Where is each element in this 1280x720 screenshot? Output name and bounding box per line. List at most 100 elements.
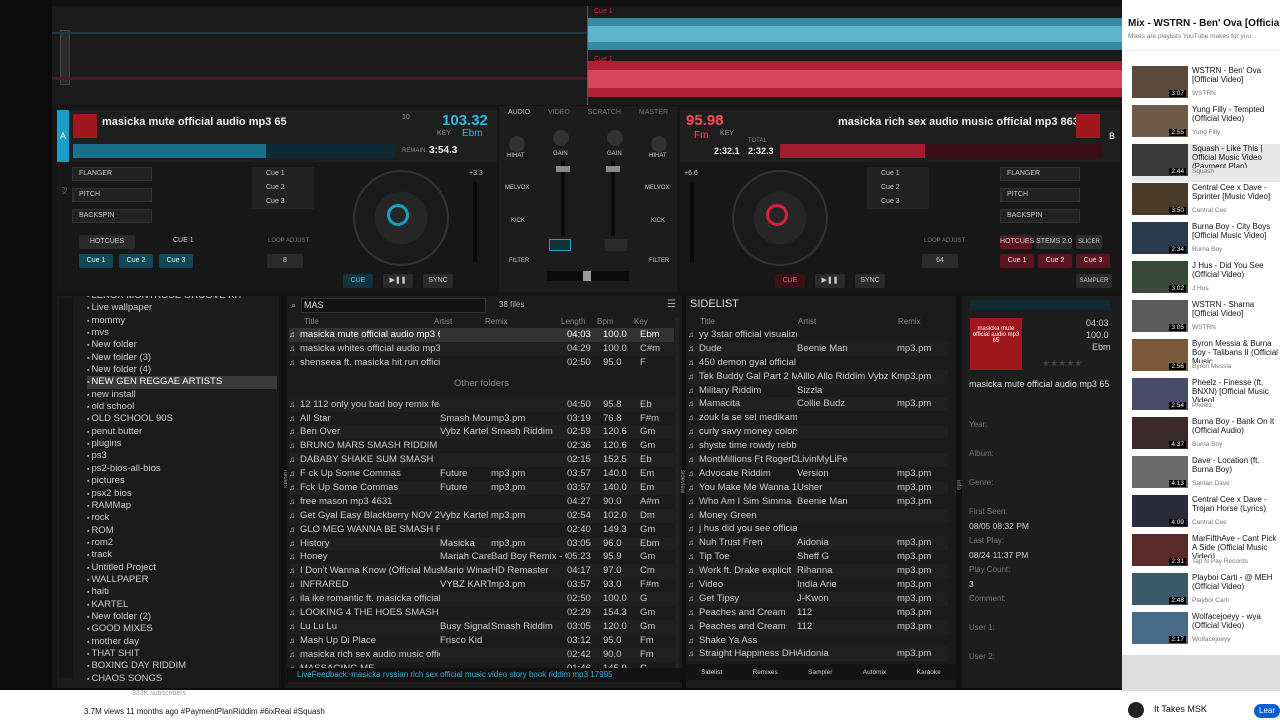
folder-item[interactable]: ▪ Untitled Project [87, 562, 277, 574]
side-col-remix[interactable]: Remix [898, 317, 921, 326]
folder-item[interactable]: ▪ haiti [87, 586, 277, 598]
pad-a-2[interactable]: Cue 2 [119, 254, 153, 268]
track-row[interactable]: ♫ Lu Lu Lu Busy SignalSmash Riddim 03:05 120… [289, 619, 674, 634]
mixer-tab-audio[interactable]: AUDIO [508, 109, 530, 116]
folder-item[interactable]: ▪ rock [87, 512, 277, 524]
track-row[interactable]: ♫ Mash Up Di Place Frisco Kid 03:12 95.0 Fm [289, 634, 674, 648]
folder-item[interactable]: ▪ THAT SHIT [87, 648, 277, 660]
mixer-tab-video[interactable]: VIDEO [548, 109, 570, 116]
track-row[interactable]: ♫ GLO MEG WANNA BE SMASH RIDDIM 02:40 149.3… [289, 523, 674, 537]
pad-a-1[interactable]: Cue 1 [79, 254, 113, 268]
related-video[interactable]: 2:54 Pheelz - Finesse (ft. BNXN) [Officia… [1132, 378, 1280, 416]
folder-item[interactable]: ▪ New folder (4) [87, 364, 277, 376]
loop-length-b[interactable]: 64 [922, 254, 958, 268]
track-row[interactable]: ♫ All Star Smash Mouthmp3.pm 03:19 76.8 F#m [289, 412, 674, 426]
fx-a-pitch[interactable]: PITCH [72, 188, 152, 202]
gain-knob-b[interactable] [607, 130, 623, 146]
mixer-tab-master[interactable]: MASTER [639, 109, 668, 116]
track-row[interactable]: ♫ BRUNO MARS SMASH RIDDIM 02:36 120.6 Gm [289, 439, 674, 453]
deck-a-key[interactable]: Ebm [462, 128, 483, 139]
sidelist-row[interactable]: ♫ j hus did you see official video... [688, 522, 948, 536]
related-video[interactable]: 3:02 J Hus - Did You See (Official Video)… [1132, 261, 1280, 299]
hihat-knob-b[interactable] [651, 136, 667, 152]
sync-button-a[interactable]: SYNC [423, 274, 453, 288]
folder-item[interactable]: ▪ RAMMap [87, 500, 277, 512]
cue-button-b[interactable]: CUE [775, 274, 805, 288]
headphone-a-button[interactable] [549, 239, 571, 251]
folder-item[interactable]: ▪ new install [87, 389, 277, 401]
folder-item[interactable]: ▪ New folder [87, 339, 277, 351]
video-thumbnail[interactable]: 2:48 [1132, 573, 1188, 605]
track-row[interactable]: ♫ Fck Up Some Commas Future mp3.pm 03:57 140.… [289, 481, 674, 495]
video-thumbnail[interactable]: 2:44 [1132, 144, 1188, 176]
sidelist-row[interactable]: ♫ Military Riddim Sizzla [688, 384, 948, 398]
pad-tab-hotcues[interactable]: HOTCUES [1000, 235, 1034, 249]
pitch-fader-a[interactable] [473, 182, 477, 262]
pitch-fader-b[interactable] [690, 182, 694, 262]
folder-item[interactable]: ▪ OLD SCHOOL 90S [87, 413, 277, 425]
video-thumbnail[interactable]: 2:54 [1132, 378, 1188, 410]
related-video[interactable]: 3:50 Central Cee x Dave - Sprinter [Music… [1132, 183, 1280, 221]
mix-title[interactable]: Mix - WSTRN - Ben' Ova [Official [1128, 18, 1280, 29]
sidelist-row[interactable]: ♫ Shake Ya Ass [688, 634, 948, 648]
track-row[interactable]: ♫ 12 112 only you bad boy remix feat the … [289, 397, 674, 412]
track-row[interactable]: ♫ masicka rich sex audio music official m… [289, 647, 674, 662]
sidelist-row[interactable]: ♫ Work ft. Drake explicit Rihanna mp3.pm [688, 564, 948, 579]
hotcue-b-3[interactable]: Cue 3 [867, 195, 929, 209]
folder-item[interactable]: ▪ track [87, 549, 277, 561]
learn-more-button[interactable]: Lear [1254, 704, 1280, 718]
related-video[interactable]: 2:56 Byron Messia & Burna Boy - Talibans … [1132, 339, 1280, 377]
video-title[interactable]: Burna Boy - City Boys [Official Music Vi… [1192, 222, 1280, 246]
fx-b-flanger[interactable]: FLANGER [1000, 167, 1080, 181]
info-side-tab[interactable]: info [955, 480, 961, 490]
video-thumbnail[interactable]: 4:09 [1132, 495, 1188, 527]
list-options-icon[interactable]: ☰ [667, 299, 676, 310]
track-row[interactable]: ♫ Honey Mariah CareyBad Boy Remix - Offici… [289, 550, 674, 564]
info-rating-stars[interactable]: ★★★★★ [1042, 358, 1082, 369]
video-thumbnail[interactable]: 4:13 [1132, 456, 1188, 488]
tab-automix[interactable]: Automix [863, 669, 886, 676]
related-video[interactable]: 3:05 WSTRN - Sharna [Official Video] WSTRN [1132, 300, 1280, 338]
track-row[interactable]: ♫ I Don't Wanna Know (Official Music Vide… [289, 564, 674, 579]
hihat-knob-a[interactable] [509, 136, 525, 152]
sidelist-row[interactable]: ♫ Video India Arie mp3.pm [688, 578, 948, 592]
sidelist-row[interactable]: ♫ zouk la se sel medikaman nou... [688, 411, 948, 425]
folder-item[interactable]: ▪ pictures [87, 475, 277, 487]
pad-b-1[interactable]: Cue 1 [1000, 254, 1034, 268]
track-row[interactable]: ♫ Get Gyal Easy Blackberry NOV 2010 Mast.… [289, 508, 674, 523]
hotcue-a-3[interactable]: Cue 3 [252, 195, 314, 209]
track-row[interactable]: ♫ F ck Up Some Commas Future mp3.pm 03:57 140… [289, 467, 674, 481]
sidelist-row[interactable]: ♫ You Make Me Wanna 1997Usher mp3.pm [688, 480, 948, 495]
col-artist[interactable]: Artist [434, 317, 452, 326]
sidelist-row[interactable]: ♫ Tip Toe Sheff G mp3.pm [688, 550, 948, 564]
pad-b-2[interactable]: Cue 2 [1038, 254, 1072, 268]
related-video[interactable]: 4:13 Dave - Location (ft. Burna Boy) Santa… [1132, 456, 1280, 494]
hotcue-a-1[interactable]: Cue 1 [252, 167, 314, 181]
track-row[interactable]: ♫ free mason mp3 4631 04:27 90.0 A#m [289, 495, 674, 509]
folder-item[interactable]: ▪ New folder (2) [87, 611, 277, 623]
play-button-b[interactable]: ▶❚❚ [815, 274, 845, 288]
folder-item[interactable]: ▪ mommy [87, 315, 277, 327]
play-button-a[interactable]: ▶❚❚ [383, 274, 413, 288]
video-title[interactable]: J Hus - Did You See (Official Video) [1192, 261, 1280, 285]
volume-fader-b[interactable] [606, 161, 620, 236]
track-row[interactable]: ♫ INFRARED VYBZ KARTE...mp3.pm 03:57 93.0 F#m [289, 578, 674, 592]
related-video[interactable]: 2:17 Wolfacejoeyy - wya (Official Video) W… [1132, 612, 1280, 650]
pad-tab-stems[interactable]: STEMS 2.0 [1036, 235, 1072, 249]
video-thumbnail[interactable]: 3:05 [1132, 300, 1188, 332]
channel-video-preview[interactable] [1122, 655, 1280, 691]
folder-item[interactable]: ▪ ps3 [87, 450, 277, 462]
gain-knob-a[interactable] [553, 130, 569, 146]
folder-item[interactable]: ▪ NEW GEN REGGAE ARTISTS [87, 376, 277, 389]
sidelist-row[interactable]: ♫ Mamacita Collie Budz mp3.pm [688, 397, 948, 412]
mixer-tab-scratch[interactable]: SCRATCH [588, 109, 621, 116]
deck-a-mini-waveform[interactable] [73, 144, 395, 158]
deck-b-key[interactable]: Fm [694, 130, 708, 141]
sidelist-row[interactable]: ♫ yy 3star official visualizer mp3 179 [688, 328, 948, 342]
loop-length-a[interactable]: 8 [267, 254, 303, 268]
video-thumbnail[interactable]: 3:07 [1132, 66, 1188, 98]
folder-item[interactable]: ▪ WALLPAPER [87, 574, 277, 586]
video-thumbnail[interactable]: 2:31 [1132, 534, 1188, 566]
col-length[interactable]: Length [561, 317, 585, 326]
sync-button-b[interactable]: SYNC [855, 274, 885, 288]
